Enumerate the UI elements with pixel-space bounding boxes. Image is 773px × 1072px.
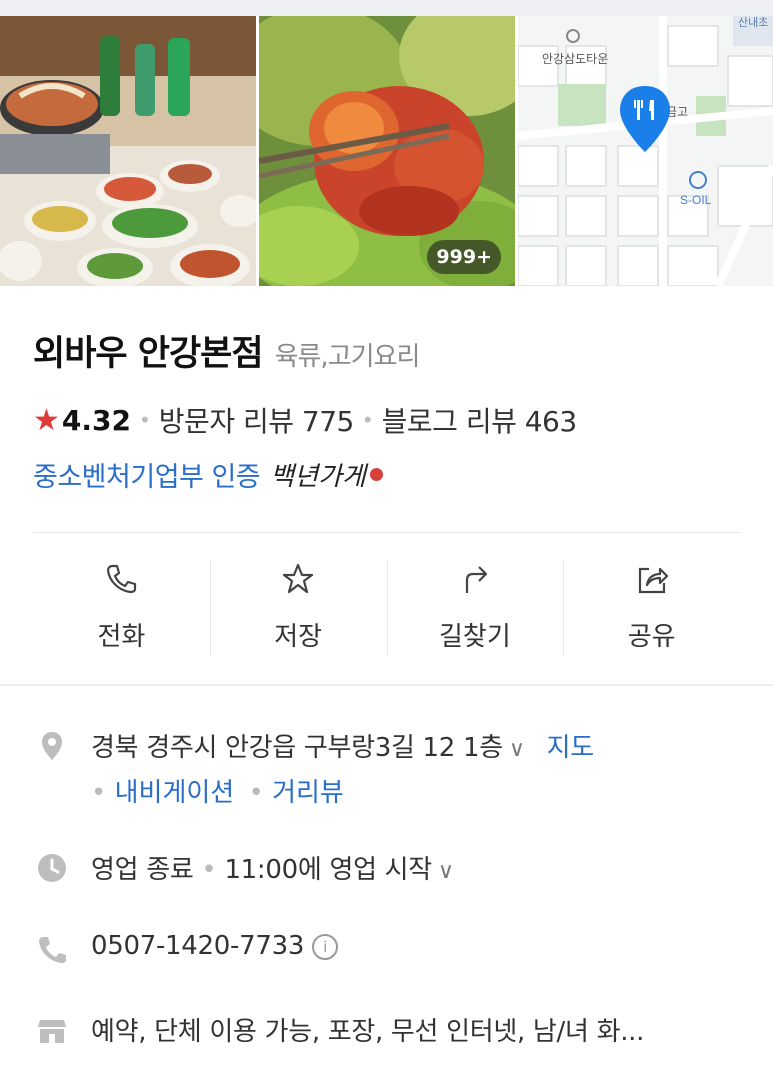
top-strip bbox=[0, 0, 773, 16]
photo-gallery[interactable]: 999+ 안강삼도타운 산내초 금고 S-OIL bbox=[0, 16, 773, 286]
hours-text: 영업 종료 • 11:00에 영업 시작 ∨ bbox=[91, 849, 454, 886]
section-divider bbox=[0, 684, 773, 686]
share-icon bbox=[638, 567, 668, 594]
address-links: • 내비게이션 • 거리뷰 bbox=[91, 772, 344, 809]
call-button[interactable]: 전화 bbox=[33, 556, 210, 660]
map-thumbnail[interactable]: 안강삼도타운 산내초 금고 S-OIL bbox=[518, 16, 773, 286]
gallery-photo-shrimp[interactable]: 999+ bbox=[259, 16, 515, 286]
divider bbox=[33, 532, 740, 533]
store-icon bbox=[38, 1020, 66, 1043]
phone-text: 0507-1420-7733 i bbox=[91, 931, 339, 961]
map-label-gas: S-OIL bbox=[680, 193, 712, 207]
directions-label: 길찾기 bbox=[438, 622, 511, 652]
star-outline-icon bbox=[283, 563, 314, 594]
call-label: 전화 bbox=[97, 622, 146, 652]
info-icon[interactable]: i bbox=[312, 933, 339, 960]
navigation-link[interactable]: 내비게이션 bbox=[115, 778, 235, 808]
address-text-row: 경북 경주시 안강읍 구부랑3길 12 1층 ∨ 지도 bbox=[91, 727, 594, 764]
streetview-link[interactable]: 거리뷰 bbox=[272, 778, 344, 808]
rating-row: ★ 4.32 • 방문자 리뷰 775 • 블로그 리뷰 463 bbox=[33, 400, 577, 440]
place-title-row: 외바우 안강본점 육류,고기요리 bbox=[33, 325, 421, 376]
visitor-reviews-link[interactable]: 방문자 리뷰 775 bbox=[159, 400, 355, 440]
share-button[interactable]: 공유 bbox=[563, 556, 740, 660]
address-text[interactable]: 경북 경주시 안강읍 구부랑3길 12 1층 bbox=[91, 733, 503, 763]
certification-row: 중소벤처기업부 인증 백년가게 bbox=[33, 455, 383, 494]
map-link[interactable]: 지도 bbox=[547, 733, 595, 763]
business-status: 영업 종료 bbox=[91, 855, 194, 885]
map-label-town: 안강삼도타운 bbox=[542, 52, 608, 66]
save-button[interactable]: 저장 bbox=[209, 556, 387, 660]
phone-number[interactable]: 0507-1420-7733 bbox=[91, 931, 304, 961]
chevron-down-icon[interactable]: ∨ bbox=[438, 859, 454, 884]
share-label: 공유 bbox=[627, 622, 676, 652]
action-bar: 전화 저장 길찾기 공유 bbox=[33, 556, 740, 660]
place-category: 육류,고기요리 bbox=[274, 342, 421, 372]
separator-dot: • bbox=[91, 778, 115, 808]
separator-dot: • bbox=[201, 855, 225, 885]
directions-icon bbox=[465, 566, 487, 593]
map-label-school: 산내초 bbox=[738, 16, 768, 29]
chevron-down-icon[interactable]: ∨ bbox=[509, 737, 525, 762]
separator-dot: • bbox=[139, 408, 151, 432]
save-label: 저장 bbox=[274, 622, 323, 652]
blog-reviews-link[interactable]: 블로그 리뷰 463 bbox=[382, 400, 578, 440]
photo-count-badge[interactable]: 999+ bbox=[427, 240, 501, 274]
century-store-logo: 백년가게 bbox=[270, 462, 366, 492]
phone-icon bbox=[107, 564, 137, 594]
certification-link[interactable]: 중소벤처기업부 인증 bbox=[33, 455, 261, 494]
gallery-photo-table-spread[interactable] bbox=[0, 16, 256, 286]
phone-solid-icon bbox=[39, 937, 66, 963]
place-name: 외바우 안강본점 bbox=[33, 334, 264, 374]
location-pin-icon bbox=[42, 732, 62, 760]
facilities-text: 예약, 단체 이용 가능, 포장, 무선 인터넷, 남/녀 화... bbox=[91, 1017, 645, 1047]
clock-icon bbox=[38, 854, 66, 882]
separator-dot: • bbox=[361, 408, 374, 432]
next-open-time: 11:00에 영업 시작 bbox=[224, 855, 432, 885]
rating-score: 4.32 bbox=[61, 403, 131, 437]
century-store-seal-icon bbox=[369, 468, 383, 481]
separator-dot: • bbox=[248, 778, 273, 808]
directions-button[interactable]: 길찾기 bbox=[386, 556, 564, 660]
star-icon: ★ bbox=[33, 402, 60, 438]
